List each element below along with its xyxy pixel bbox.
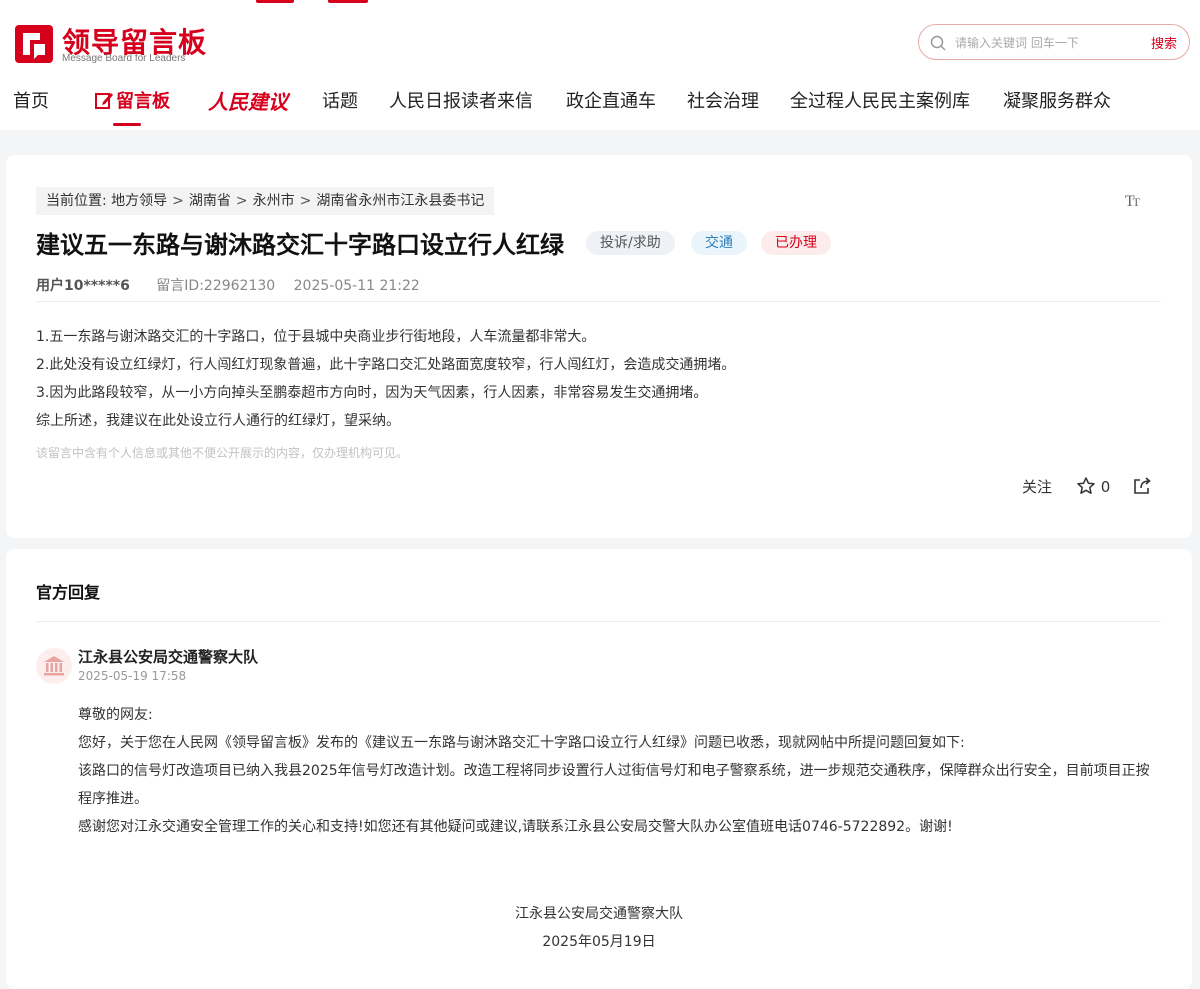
nav-people-suggestion[interactable]: 人民建议 [208,86,288,130]
nav-gov-enterprise[interactable]: 政企直通车 [566,86,656,130]
star-icon [1077,477,1095,494]
breadcrumb-item[interactable]: 湖南省永州市江永县委书记 [316,193,484,209]
breadcrumb-item[interactable]: 永州市 [253,193,295,209]
message-card: 当前位置: 地方领导 > 湖南省 > 永州市 > 湖南省永州市江永县委书记 TT 建议五一东… [6,155,1192,538]
search-icon [930,35,946,51]
top-bar-fragment [328,0,368,3]
site-header: 领导留言板 Message Board for Leaders 搜索 首页 留言… [0,0,1200,130]
follow-button[interactable]: 关注 [1022,475,1052,499]
content-line: 2.此处没有设立红绿灯，行人闯红灯现象普遍，此十字路口交汇处路面宽度较窄，行人闯… [36,357,736,373]
breadcrumb-item[interactable]: 地方领导 [111,193,167,209]
reply-paragraph: 您好，关于您在人民网《领导留言板》发布的《建议五一东路与谢沐路交汇十字路口设立行… [78,735,965,751]
tag-category: 投诉/求助 [586,231,675,255]
message-actions: 关注 0 [1022,475,1162,499]
main-nav: 首页 留言板 人民建议 话题 人民日报读者来信 政企直通车 社会治理 全过程人民… [0,86,1200,130]
reply-paragraph: 该路口的信号灯改造项目已纳入我县2025年信号灯改造计划。改造工程将同步设置行人… [78,763,1150,807]
content-line: 3.因为此路段较窄，从一小方向掉头至鹏泰超市方向时，因为天气因素，行人因素，非常… [36,385,708,401]
reply-org-name: 江永县公安局交通警察大队 [78,648,259,666]
nav-message-board-label: 留言板 [116,91,170,112]
privacy-notice: 该留言中含有个人信息或其他不便公开展示的内容，仅办理机构可见。 [36,446,409,460]
breadcrumb: 当前位置: 地方领导 > 湖南省 > 永州市 > 湖南省永州市江永县委书记 [36,187,495,215]
site-logo[interactable]: 领导留言板 Message Board for Leaders [14,22,214,66]
pen-note-icon [95,93,113,109]
search-input[interactable] [955,32,1135,54]
font-size-icon[interactable]: TT [1125,193,1140,211]
nav-social-governance[interactable]: 社会治理 [687,86,759,130]
signature-org: 江永县公安局交通警察大队 [515,906,683,922]
nav-reader-letters[interactable]: 人民日报读者来信 [389,86,533,130]
share-button[interactable] [1132,475,1152,499]
message-user: 用户10*****6 [36,278,130,294]
star-count: 0 [1100,478,1111,496]
logo-subtitle: Message Board for Leaders [62,53,186,64]
message-meta: 用户10*****6 留言ID:22962130 2025-05-11 21:2… [36,275,420,295]
message-content: 1.五一东路与谢沐路交汇的十字路口，位于县城中央商业步行街地段，人车流量都非常大… [36,323,1161,435]
top-bar-fragment [256,0,294,3]
reply-paragraph: 感谢您对江永交通安全管理工作的关心和支持!如您还有其他疑问或建议,请联系江永县公… [78,819,953,835]
nav-home[interactable]: 首页 [13,86,49,130]
nav-serve-people[interactable]: 凝聚服务群众 [1003,86,1111,130]
message-id: 留言ID:22962130 [156,278,276,294]
nav-topics[interactable]: 话题 [322,86,358,130]
message-title: 建议五一东路与谢沐路交汇十字路口设立行人红绿 [36,231,564,259]
nav-democracy-cases[interactable]: 全过程人民民主案例库 [790,86,970,130]
divider [36,301,1161,302]
star-button[interactable]: 0 [1076,475,1110,499]
reply-time: 2025-05-19 17:58 [78,669,187,683]
official-reply-card: 官方回复 江永县公安局交通警察大队 2025-05-19 17:58 尊敬的网友… [6,549,1192,989]
reply-body: 尊敬的网友: 您好，关于您在人民网《领导留言板》发布的《建议五一东路与谢沐路交汇… [78,701,1163,841]
signature-date: 2025年05月19日 [542,934,656,950]
share-icon [1134,477,1151,494]
nav-active-indicator [113,123,141,126]
government-building-icon [44,656,64,676]
message-time: 2025-05-11 21:22 [293,278,420,294]
reply-paragraph: 尊敬的网友: [78,707,153,723]
divider [36,621,1161,622]
search-box: 搜索 [918,24,1190,60]
content-line: 1.五一东路与谢沐路交汇的十字路口，位于县城中央商业步行街地段，人车流量都非常大… [36,329,596,345]
content-line: 综上所述，我建议在此处设立行人通行的红绿灯，望采纳。 [36,413,400,429]
status-badge: 已办理 [761,231,831,255]
search-button[interactable]: 搜索 [1151,33,1177,52]
breadcrumb-prefix: 当前位置: [46,193,107,209]
avatar [36,648,72,684]
tag-field: 交通 [691,231,747,255]
logo-mark-icon [15,25,53,63]
reply-heading: 官方回复 [36,583,101,602]
breadcrumb-item[interactable]: 湖南省 [189,193,231,209]
